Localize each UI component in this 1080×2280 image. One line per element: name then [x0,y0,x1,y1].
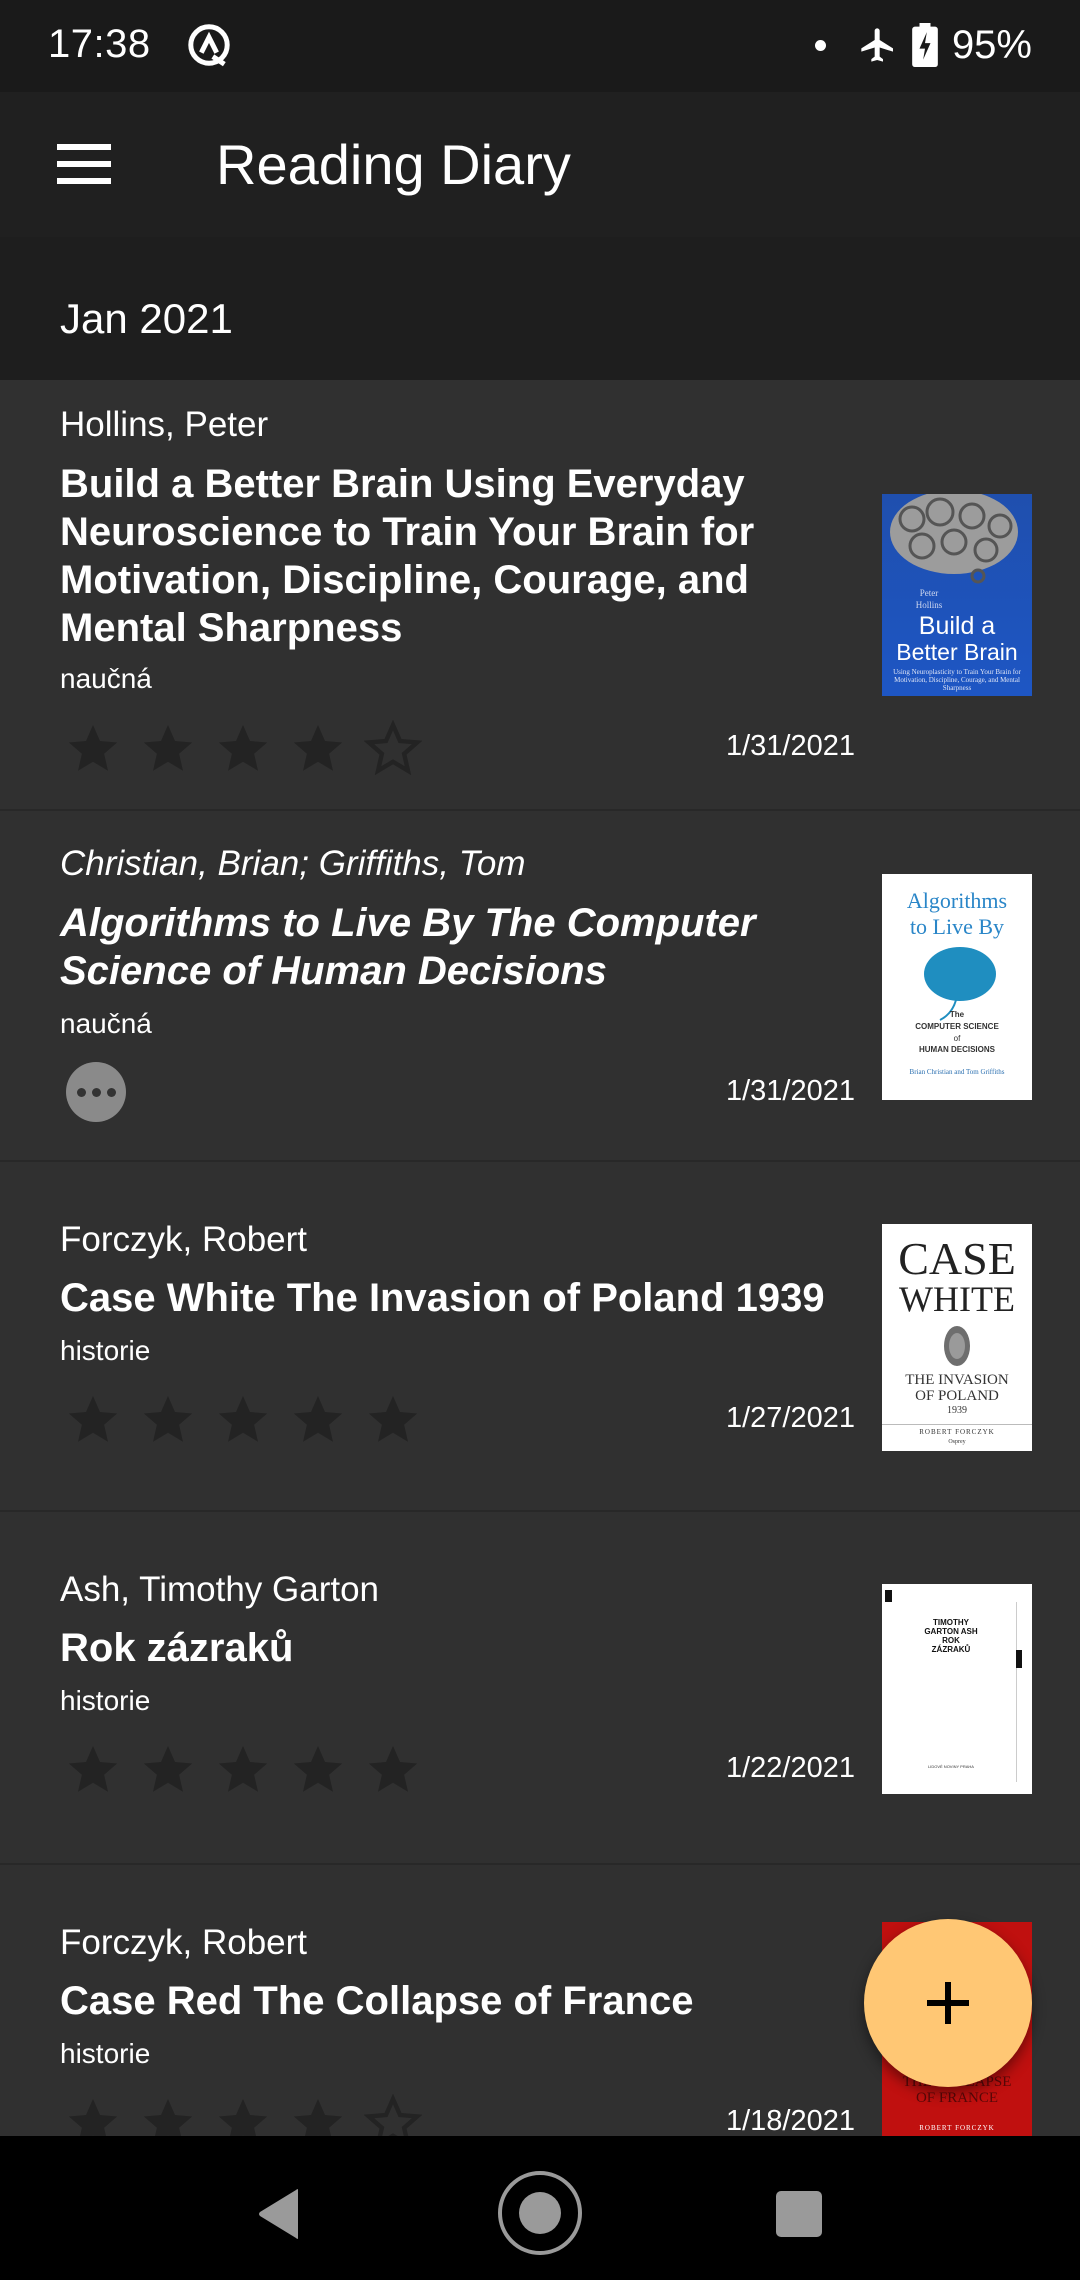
star-filled-icon [218,1746,268,1792]
star-filled-icon [143,725,193,771]
status-icons: 95% [814,20,1032,70]
star-rating [64,1390,422,1448]
star-filled-icon [143,1396,193,1442]
book-cover: Peter Hollins Build a Better Brain Using… [882,494,1032,696]
add-book-button[interactable] [864,1919,1032,2087]
book-author: Forczyk, Robert [60,1923,307,1962]
home-icon[interactable] [498,2171,582,2255]
in-progress-indicator-icon [66,1062,126,1122]
book-genre: naučná [60,663,152,694]
star-filled-icon [293,1746,343,1792]
book-genre: naučná [60,1008,152,1039]
star-filled-icon [293,725,343,771]
book-author: Hollins, Peter [60,405,269,444]
battery-charging-icon [912,23,938,67]
star-filled-icon [68,725,118,771]
book-date: 1/18/2021 [725,2105,855,2137]
book-genre: historie [60,1335,151,1366]
star-empty-icon [364,719,422,776]
book-author: Christian, Brian; Griffiths, Tom [60,844,526,883]
star-rating [64,1740,422,1798]
book-date: 1/22/2021 [725,1752,855,1784]
book-author: Ash, Timothy Garton [60,1570,380,1609]
at-sign-icon [188,24,230,67]
book-list-item[interactable]: Ash, Timothy Garton Rok zázraků historie… [0,1512,1080,1865]
star-filled-icon [68,1396,118,1442]
notification-dot-icon [814,39,826,51]
month-label: Jan 2021 [60,295,233,342]
app-bar: Reading Diary [0,92,1080,237]
book-author: Forczyk, Robert [60,1220,307,1259]
hamburger-menu-icon[interactable] [48,132,120,196]
book-title: Algorithms to Live By The Computer Scien… [60,901,756,993]
system-nav-bar [0,2136,1080,2280]
book-date: 1/31/2021 [725,730,855,762]
status-bar: 17:38 95% [0,0,1080,92]
battery-percent: 95% [951,22,1032,67]
book-title: Case Red The Collapse of France [60,1979,694,2023]
star-filled-icon [143,1746,193,1792]
book-genre: historie [60,1685,151,1716]
star-filled-icon [68,1746,118,1792]
book-title: Build a Better Brain Using Everyday Neur… [60,462,755,650]
book-list-item[interactable]: Forczyk, Robert Case White The Invasion … [0,1162,1080,1512]
book-cover: CASE WHITE THE INVASION OF POLAND 1939 R… [882,1224,1032,1451]
app-title: Reading Diary [216,133,571,196]
medal-image [944,1326,970,1366]
book-title: Rok zázraků [60,1626,294,1670]
star-filled-icon [218,725,268,771]
star-filled-icon [368,1396,418,1442]
star-filled-icon [293,1396,343,1442]
airplane-mode-icon [861,28,893,62]
book-list-item[interactable]: Hollins, Peter Build a Better Brain Usin… [0,380,1080,811]
month-section-header: Jan 2021 [0,237,1080,380]
back-icon[interactable] [256,2188,302,2240]
book-date: 1/27/2021 [725,1402,855,1434]
book-genre: historie [60,2038,151,2069]
star-rating [64,719,422,777]
gears-brain-image [890,494,1018,584]
book-title: Case White The Invasion of Poland 1939 [60,1276,825,1320]
star-filled-icon [368,1746,418,1792]
status-time: 17:38 [48,22,151,66]
recents-icon[interactable] [776,2191,822,2237]
book-cover: Algorithms to Live By The COMPUTER SCIEN… [882,874,1032,1100]
book-date: 1/31/2021 [725,1075,855,1107]
book-cover: TIMOTHY GARTON ASH ROK ZÁZRAKŮ LIDOVÉ NO… [882,1584,1032,1794]
star-filled-icon [218,1396,268,1442]
book-list-item[interactable]: Christian, Brian; Griffiths, Tom Algorit… [0,811,1080,1162]
